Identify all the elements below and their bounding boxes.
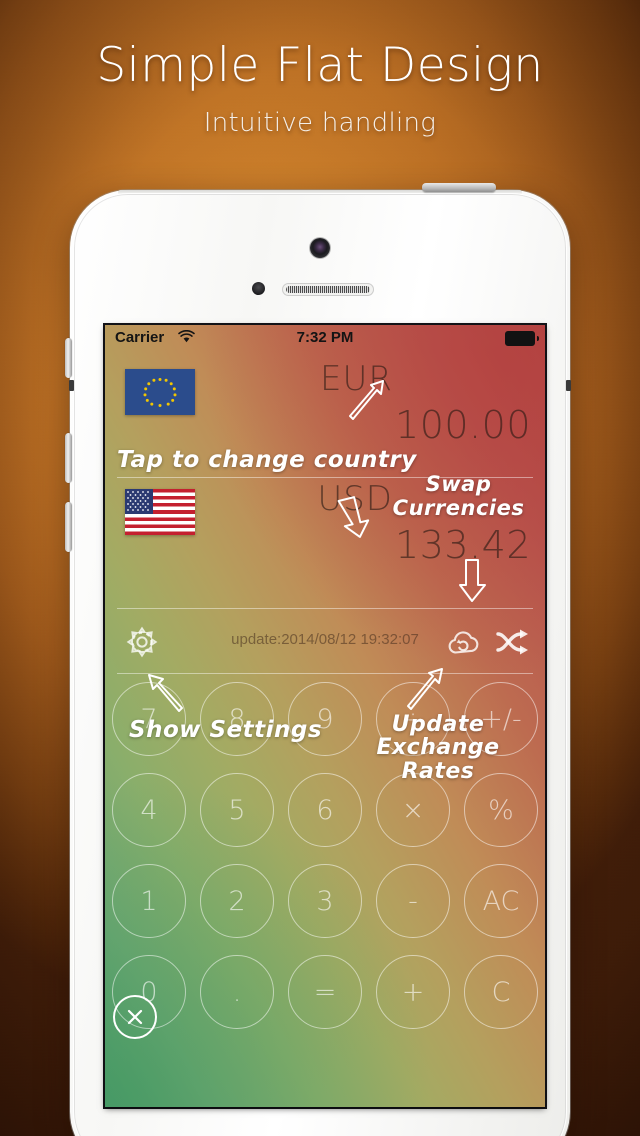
promo-screenshot: Simple Flat Design Intuitive handling Ca… <box>0 0 640 1136</box>
phone-screen: Carrier 7:32 PM EUR 100.00 USD 133.42 up… <box>105 325 545 1107</box>
key-1[interactable]: 1 <box>112 864 186 938</box>
proximity-sensor-icon <box>252 282 265 295</box>
battery-full-icon <box>505 331 539 346</box>
key-label: = <box>313 976 337 1008</box>
antenna-band-left <box>69 380 74 391</box>
close-x-icon <box>127 1009 143 1025</box>
currency-value-top[interactable]: 100.00 <box>395 403 531 447</box>
volume-down-button[interactable] <box>65 502 72 552</box>
key-label: % <box>488 794 514 826</box>
key-label: 2 <box>228 885 246 917</box>
phone-device: Carrier 7:32 PM EUR 100.00 USD 133.42 up… <box>65 183 571 1136</box>
key-6[interactable]: 6 <box>288 773 362 847</box>
key-label: 6 <box>316 794 334 826</box>
key-clear[interactable]: C <box>464 955 538 1029</box>
arrow-to-usd-code-icon <box>337 496 370 538</box>
key-multiply[interactable]: × <box>376 773 450 847</box>
currency-row-top[interactable]: EUR 100.00 <box>105 355 545 459</box>
cloud-refresh-icon[interactable] <box>445 626 483 658</box>
phone-bottom <box>70 1108 570 1136</box>
annotation-update-rates: Update Exchange Rates <box>376 712 500 784</box>
key-plus[interactable]: + <box>376 955 450 1029</box>
promo-subline: Intuitive handling <box>203 108 437 138</box>
key-label: C <box>491 976 511 1008</box>
key-all-clear[interactable]: AC <box>464 864 538 938</box>
status-time: 7:32 PM <box>296 329 354 346</box>
key-label: AC <box>482 885 520 917</box>
earpiece-speaker <box>282 283 374 296</box>
arrow-to-currency-code-icon <box>349 380 384 420</box>
annotation-show-settings: Show Settings <box>129 717 323 743</box>
key-label: × <box>401 794 425 826</box>
volume-up-button[interactable] <box>65 433 72 483</box>
power-button[interactable] <box>422 183 496 192</box>
divider-middle <box>117 608 533 609</box>
key-label: 1 <box>140 885 158 917</box>
key-label: - <box>408 885 418 917</box>
front-camera-icon <box>310 238 330 258</box>
key-equals[interactable]: = <box>288 955 362 1029</box>
promo-headline: Simple Flat Design <box>96 38 544 93</box>
key-2[interactable]: 2 <box>200 864 274 938</box>
arrow-to-usd-value-icon <box>459 559 486 602</box>
key-4[interactable]: 4 <box>112 773 186 847</box>
key-5[interactable]: 5 <box>200 773 274 847</box>
key-3[interactable]: 3 <box>288 864 362 938</box>
close-button[interactable] <box>113 995 157 1039</box>
arrow-to-settings-icon <box>148 674 183 712</box>
status-bar: Carrier 7:32 PM <box>105 325 545 351</box>
key-label: . <box>232 976 242 1008</box>
arrow-to-refresh-icon <box>407 668 443 710</box>
key-percent[interactable]: % <box>464 773 538 847</box>
shuffle-icon[interactable] <box>495 626 531 658</box>
key-label: + <box>401 976 425 1008</box>
key-label: 4 <box>140 794 158 826</box>
eu-flag-icon[interactable] <box>125 369 195 415</box>
key-label: 3 <box>316 885 334 917</box>
app-toolbar: update:2014/08/12 19:32:07 <box>105 613 545 671</box>
annotation-tap-country: Tap to change country <box>117 447 417 473</box>
us-flag-icon[interactable] <box>125 489 195 535</box>
key-decimal[interactable]: . <box>200 955 274 1029</box>
annotation-swap-currencies: Swap Currencies <box>392 472 525 520</box>
key-label: 5 <box>228 794 246 826</box>
mute-switch[interactable] <box>65 338 72 378</box>
antenna-band-right <box>566 380 571 391</box>
key-minus[interactable]: - <box>376 864 450 938</box>
